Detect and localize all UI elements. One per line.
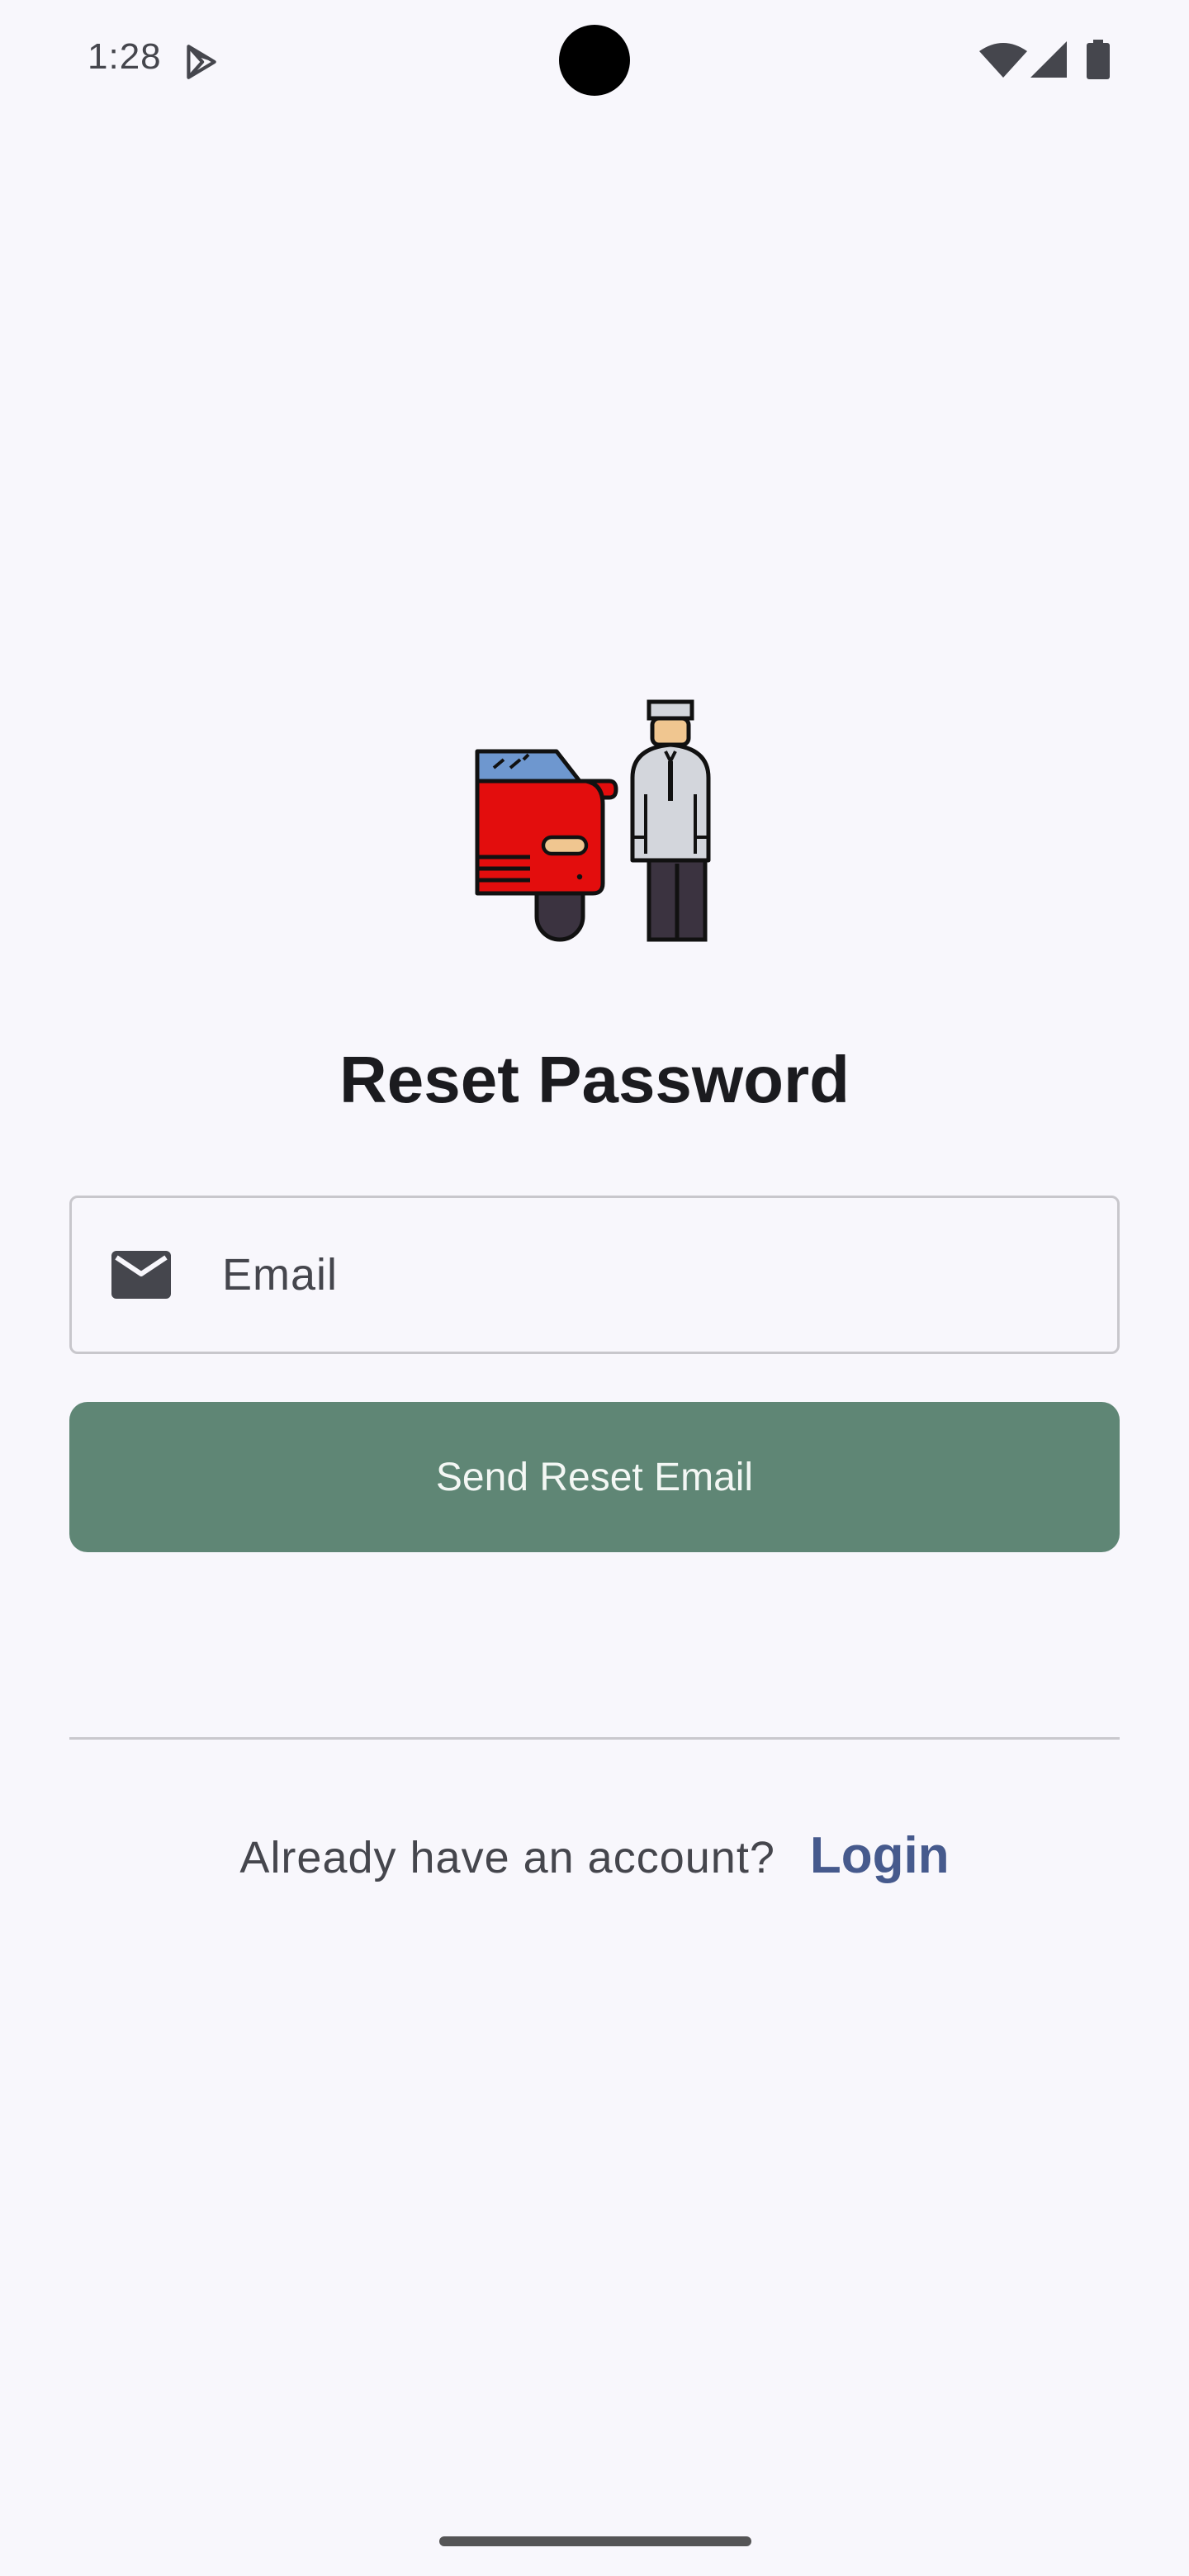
- status-time: 1:28: [88, 36, 162, 77]
- divider: [69, 1737, 1120, 1740]
- page-title: Reset Password: [339, 1043, 850, 1116]
- camera-cutout: [559, 25, 630, 96]
- send-reset-email-button[interactable]: Send Reset Email: [69, 1402, 1120, 1552]
- reset-password-screen: 1:28 Reset Password Email Send Reset Ema…: [0, 0, 1189, 2576]
- email-field[interactable]: Email: [69, 1196, 1120, 1354]
- email-placeholder: Email: [222, 1250, 339, 1300]
- send-button-label: Send Reset Email: [435, 1455, 754, 1499]
- wifi-icon: [979, 43, 1027, 78]
- status-bar: 1:28: [0, 0, 1189, 116]
- battery-icon: [1087, 40, 1110, 79]
- gesture-nav-handle[interactable]: [439, 2536, 751, 2546]
- car-valet-icon: [475, 699, 711, 942]
- mail-icon: [111, 1251, 171, 1299]
- login-prompt-text: Already have an account?: [239, 1833, 775, 1882]
- play-store-icon: [187, 45, 216, 79]
- login-link[interactable]: Login: [810, 1827, 950, 1884]
- login-prompt: Already have an account? Login: [0, 1826, 1189, 1885]
- signal-icon: [1030, 41, 1067, 78]
